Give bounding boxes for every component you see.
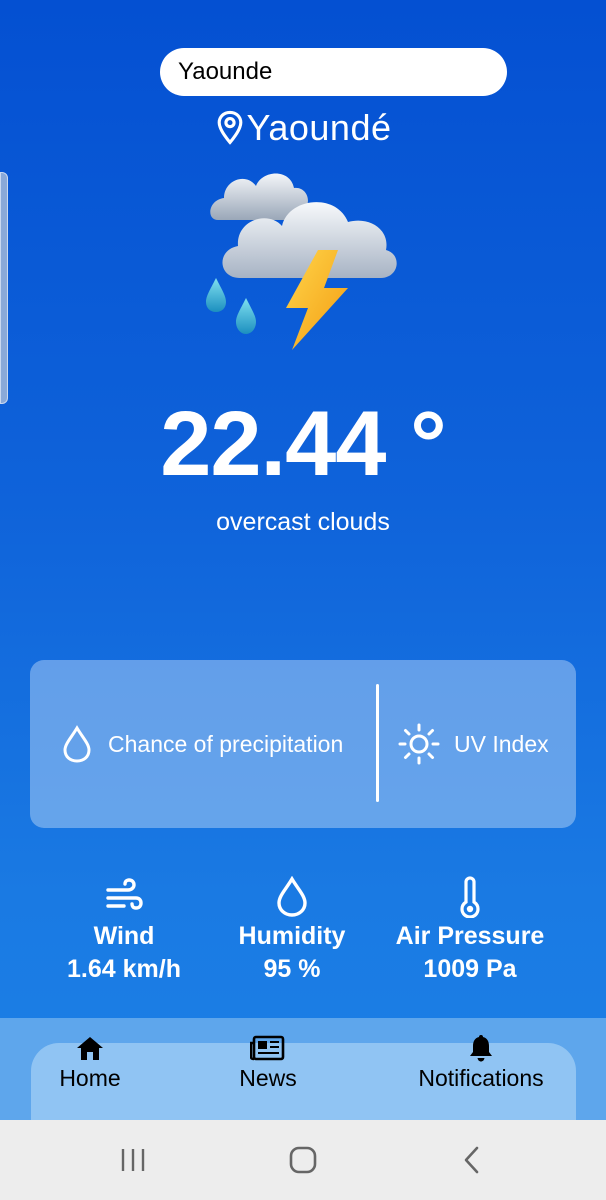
city-name: Yaoundé bbox=[246, 107, 392, 148]
location-header: Yaoundé bbox=[0, 104, 606, 152]
nav-home-label: Home bbox=[59, 1065, 121, 1091]
recent-apps-icon bbox=[121, 1149, 145, 1171]
home-square-icon bbox=[289, 1146, 317, 1174]
wind-label: Wind bbox=[93, 922, 155, 950]
air-pressure-value: 1009 Pa bbox=[423, 955, 517, 983]
newspaper-icon bbox=[250, 1035, 285, 1061]
nav-news-label: News bbox=[239, 1065, 297, 1091]
location-pin-icon bbox=[217, 110, 242, 145]
nav-notifications-label: Notifications bbox=[418, 1065, 544, 1091]
weather-app: Yaoundé 22.44 ° overca bbox=[0, 0, 606, 1120]
uv-section[interactable]: UV Index bbox=[398, 660, 549, 828]
system-navigation-bar bbox=[0, 1120, 606, 1200]
precipitation-label: Chance of precipitation bbox=[108, 730, 344, 757]
bell-icon bbox=[470, 1035, 492, 1062]
back-button[interactable] bbox=[442, 1138, 502, 1182]
forecast-card: Chance of precipitation UV Index bbox=[30, 660, 576, 828]
wind-icon bbox=[106, 878, 143, 910]
air-pressure-label: Air Pressure bbox=[395, 922, 545, 950]
nav-home[interactable]: Home bbox=[45, 1037, 135, 1092]
back-chevron-icon bbox=[464, 1146, 479, 1174]
recent-apps-button[interactable] bbox=[103, 1138, 163, 1182]
wind-stat: Wind 1.64 km/h bbox=[34, 876, 214, 984]
thunderstorm-rain-icon bbox=[206, 173, 397, 350]
droplet-icon bbox=[63, 725, 91, 763]
humidity-label: Humidity bbox=[238, 922, 346, 950]
weather-description: overcast clouds bbox=[216, 508, 390, 536]
home-system-button[interactable] bbox=[273, 1138, 333, 1182]
droplet-icon bbox=[277, 876, 307, 917]
uv-index-label: UV Index bbox=[454, 730, 549, 757]
humidity-stat: Humidity 95 % bbox=[202, 876, 382, 984]
wind-value: 1.64 km/h bbox=[67, 955, 181, 983]
humidity-value: 95 % bbox=[263, 955, 321, 983]
nav-notifications[interactable]: Notifications bbox=[407, 1035, 555, 1092]
search-input[interactable] bbox=[160, 48, 507, 96]
home-icon bbox=[77, 1037, 103, 1060]
nav-news[interactable]: News bbox=[223, 1035, 313, 1092]
thermometer-icon bbox=[460, 876, 480, 918]
precipitation-section[interactable]: Chance of precipitation bbox=[60, 660, 343, 828]
air-pressure-stat: Air Pressure 1009 Pa bbox=[380, 876, 560, 984]
edge-panel-handle[interactable] bbox=[0, 172, 8, 404]
bottom-navigation: Home News Notifications bbox=[31, 1035, 576, 1120]
card-divider bbox=[376, 684, 379, 802]
temperature: 22.44 ° bbox=[160, 393, 447, 495]
sun-icon bbox=[398, 723, 440, 765]
